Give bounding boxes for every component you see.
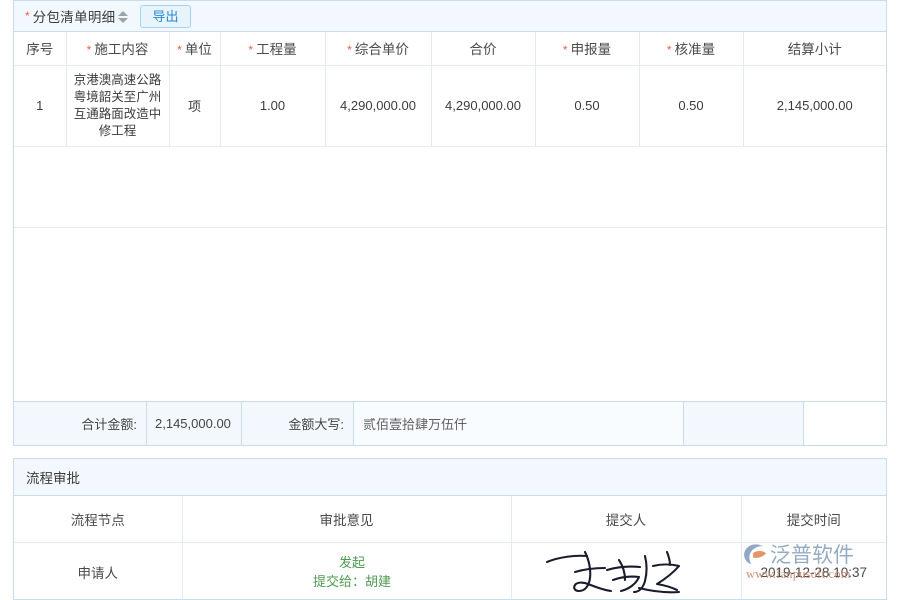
handwritten-signature-icon (541, 546, 711, 598)
required-asterisk-icon: * (25, 9, 30, 23)
workflow-panel-title: 流程审批 (26, 467, 80, 487)
workflow-header-row: 流程节点 审批意见 提交人 提交时间 (14, 496, 886, 542)
column-header-approval-opinion: 审批意见 (182, 496, 511, 542)
column-header-content: *施工内容 (66, 32, 169, 65)
column-header-settlement: 结算小计 (743, 32, 886, 65)
required-asterisk-icon: * (563, 43, 568, 57)
cell-index: 1 (14, 65, 66, 146)
column-header-index: 序号 (14, 32, 66, 65)
page-title: 分包清单明细 (33, 6, 116, 26)
summary-row: 合计金额: 2,145,000.00 金额大写: 贰佰壹拾肆万伍仟 (14, 401, 886, 445)
cell-unit[interactable]: 项 (169, 65, 220, 146)
required-asterisk-icon: * (87, 43, 92, 57)
opinion-action: 发起 (195, 553, 510, 572)
column-header-unit: *单位 (169, 32, 220, 65)
sort-updown-icon[interactable] (118, 11, 128, 23)
amount-in-words-label: 金额大写: (242, 402, 354, 445)
subcontract-detail-panel: * 分包清单明细 导出 序号 *施工内容 (13, 0, 887, 446)
panel-header: * 分包清单明细 导出 (14, 1, 886, 32)
subcontract-items-table: 序号 *施工内容 *单位 *工程量 *综合单价 合价 (14, 32, 886, 228)
workflow-approval-panel: 流程审批 流程节点 审批意见 提交人 提交时间 申请人 发起 (13, 458, 887, 600)
workflow-table: 流程节点 审批意见 提交人 提交时间 申请人 发起 提交给：胡建 (14, 496, 886, 600)
cell-content[interactable]: 京港澳高速公路粤境韶关至广州互通路面改造中修工程 (66, 65, 169, 146)
required-asterisk-icon: * (347, 43, 352, 57)
column-header-submit-time: 提交时间 (741, 496, 886, 542)
export-button[interactable]: 导出 (140, 5, 190, 28)
cell-submitter (511, 542, 741, 600)
workflow-row: 申请人 发起 提交给：胡建 (14, 542, 886, 600)
cell-declared[interactable]: 0.50 (535, 65, 639, 146)
table-empty-area (14, 146, 886, 227)
required-asterisk-icon: * (177, 43, 182, 57)
column-header-approved: *核准量 (639, 32, 743, 65)
cell-total-price: 4,290,000.00 (431, 65, 535, 146)
cell-settlement-subtotal: 2,145,000.00 (743, 65, 886, 146)
summary-spacer-cell-1 (684, 402, 804, 445)
workflow-panel-header: 流程审批 (14, 459, 886, 496)
required-asterisk-icon: * (248, 43, 253, 57)
cell-submit-time: 2019-12-28 10:37 (741, 542, 886, 600)
cell-flow-node: 申请人 (14, 542, 182, 600)
cell-approved[interactable]: 0.50 (639, 65, 743, 146)
amount-in-words-value[interactable]: 贰佰壹拾肆万伍仟 (354, 402, 684, 445)
cell-approval-opinion: 发起 提交给：胡建 (182, 542, 511, 600)
table-row[interactable]: 1 京港澳高速公路粤境韶关至广州互通路面改造中修工程 项 1.00 4,290,… (14, 65, 886, 146)
cell-quantity[interactable]: 1.00 (220, 65, 325, 146)
cell-unit-price[interactable]: 4,290,000.00 (325, 65, 431, 146)
column-header-declared: *申报量 (535, 32, 639, 65)
summary-spacer-cell-2 (804, 402, 886, 445)
column-header-total-price: 合价 (431, 32, 535, 65)
column-header-quantity: *工程量 (220, 32, 325, 65)
opinion-assignee: 提交给：胡建 (195, 572, 510, 591)
subcontract-detail-page: * 分包清单明细 导出 序号 *施工内容 (0, 0, 900, 600)
column-header-flow-node: 流程节点 (14, 496, 182, 542)
column-header-unit-price: *综合单价 (325, 32, 431, 65)
column-header-submitter: 提交人 (511, 496, 741, 542)
total-amount-value: 2,145,000.00 (147, 402, 242, 445)
table-header-row: 序号 *施工内容 *单位 *工程量 *综合单价 合价 (14, 32, 886, 65)
signature-image (513, 544, 740, 600)
required-asterisk-icon: * (667, 43, 672, 57)
total-amount-label: 合计金额: (14, 402, 147, 445)
